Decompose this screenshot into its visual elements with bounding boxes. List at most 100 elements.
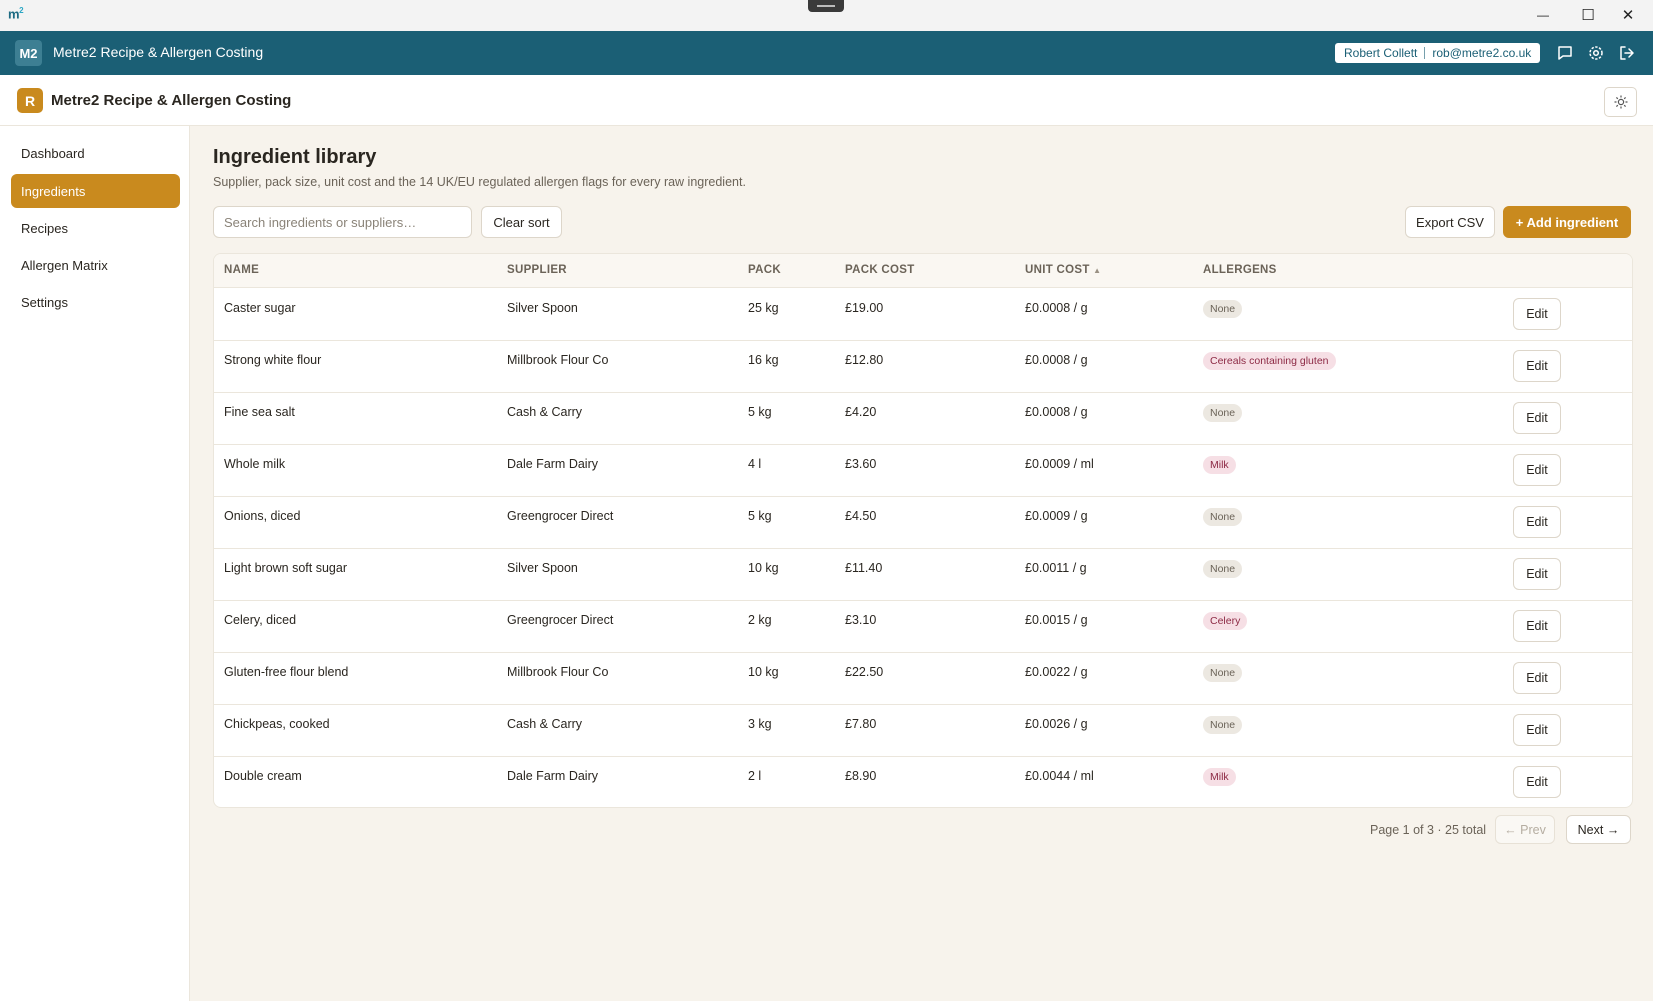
table-row: Double cream Dale Farm Dairy 2 l £8.90 £0.00… [214, 756, 1632, 807]
cell-pack-cost: £7.80 [845, 717, 877, 731]
cell-pack-cost: £8.90 [845, 769, 877, 783]
table-row: Chickpeas, cooked Cash & Carry 3 kg £7.80 £0… [214, 704, 1632, 757]
settings-button[interactable] [1585, 42, 1607, 64]
ingredients-table: NAME SUPPLIER PACK PACK COST UNIT COST ▲… [213, 253, 1633, 808]
allergen-badge: Celery [1203, 612, 1248, 630]
table-header: NAME SUPPLIER PACK PACK COST UNIT COST ▲… [214, 254, 1632, 288]
table-row: Strong white flour Millbrook Flour Co 16 k… [214, 340, 1632, 393]
table-row: Caster sugar Silver Spoon 25 kg £19.00 £0.00… [214, 288, 1632, 341]
search-input[interactable] [213, 206, 472, 238]
cell-name: Celery, diced [224, 613, 297, 627]
app-logo: M2 [15, 40, 42, 66]
cell-unit-cost: £0.0044 / ml [1025, 769, 1094, 783]
column-header-name[interactable]: NAME [224, 264, 259, 276]
page-subtitle: Supplier, pack size, unit cost and the 1… [213, 175, 746, 189]
user-pill-divider [1424, 47, 1426, 59]
cell-unit-cost: £0.0009 / g [1025, 509, 1088, 523]
messages-button[interactable] [1554, 42, 1576, 64]
cell-unit-cost: £0.0022 / g [1025, 665, 1088, 679]
app-header: M2 Metre2 Recipe & Allergen Costing Robe… [0, 31, 1653, 75]
cell-pack: 4 l [748, 457, 762, 471]
allergen-badge: Milk [1203, 768, 1236, 786]
user-account-pill[interactable]: Robert Collett rob@metre2.co.uk [1335, 43, 1541, 63]
edit-ingredient-button[interactable]: Edit [1513, 454, 1561, 486]
table-row: Whole milk Dale Farm Dairy 4 l £3.60 £0.0009… [214, 444, 1632, 497]
table-row: Onions, diced Greengrocer Direct 5 kg £4.50… [214, 496, 1632, 549]
cell-pack-cost: £4.20 [845, 405, 877, 419]
table-row: Light brown soft sugar Silver Spoon 10 kg £… [214, 548, 1632, 601]
cell-supplier: Greengrocer Direct [507, 613, 614, 627]
edit-ingredient-button[interactable]: Edit [1513, 402, 1561, 434]
export-csv-button[interactable]: Export CSV [1405, 206, 1495, 238]
edit-ingredient-button[interactable]: Edit [1513, 558, 1561, 590]
edit-ingredient-button[interactable]: Edit [1513, 714, 1561, 746]
window-drag-handle[interactable] [808, 0, 844, 12]
sun-icon [1614, 95, 1627, 109]
cell-pack-cost: £11.40 [845, 561, 883, 575]
cell-pack: 3 kg [748, 717, 772, 731]
cell-supplier: Cash & Carry [507, 405, 583, 419]
user-name: Robert Collett [1344, 46, 1418, 60]
main-content: Ingredient library Supplier, pack size, … [190, 126, 1653, 1001]
sidebar-item-settings[interactable]: Settings [11, 285, 180, 319]
column-header-supplier[interactable]: SUPPLIER [507, 264, 567, 276]
sidebar-item-ingredients[interactable]: Ingredients [11, 174, 180, 208]
cell-pack: 16 kg [748, 353, 779, 367]
edit-ingredient-button[interactable]: Edit [1513, 350, 1561, 382]
pagination-info: Page 1 of 3 · 25 total [1370, 823, 1487, 837]
sidebar-item-dashboard[interactable]: Dashboard [11, 136, 180, 170]
logout-icon [1620, 46, 1634, 60]
allergen-badge: None [1203, 716, 1243, 734]
os-title-bar: m2 — ☐ ✕ [0, 0, 1653, 32]
sidebar: Dashboard Ingredients Recipes Allergen M… [0, 126, 190, 1001]
allergen-badge: None [1203, 404, 1243, 422]
cell-unit-cost: £0.0008 / g [1025, 353, 1088, 367]
close-window-button[interactable]: ✕ [1608, 4, 1648, 26]
cell-pack-cost: £19.00 [845, 301, 884, 315]
cell-pack-cost: £4.50 [845, 509, 877, 523]
cell-unit-cost: £0.0011 / g [1025, 561, 1087, 575]
cell-supplier: Cash & Carry [507, 717, 583, 731]
sort-ascending-icon: ▲ [1093, 266, 1102, 275]
logout-button[interactable] [1616, 42, 1638, 64]
edit-ingredient-button[interactable]: Edit [1513, 766, 1561, 798]
cell-name: Caster sugar [224, 301, 296, 315]
minimize-icon: — [1537, 8, 1549, 22]
edit-ingredient-button[interactable]: Edit [1513, 506, 1561, 538]
table-row: Gluten-free flour blend Millbrook Flour C… [214, 652, 1632, 705]
sidebar-item-allergen-matrix[interactable]: Allergen Matrix [11, 248, 180, 282]
minimize-button[interactable]: — [1523, 4, 1563, 26]
cell-supplier: Millbrook Flour Co [507, 665, 609, 679]
allergen-badge: Cereals containing gluten [1203, 352, 1336, 370]
column-header-pack-cost[interactable]: PACK COST [845, 264, 915, 276]
cell-pack: 2 kg [748, 613, 772, 627]
app-title: Metre2 Recipe & Allergen Costing [53, 44, 264, 60]
theme-toggle-button[interactable] [1604, 87, 1637, 117]
cell-name: Double cream [224, 769, 302, 783]
add-ingredient-button[interactable]: + Add ingredient [1503, 206, 1631, 238]
clear-sort-button[interactable]: Clear sort [481, 206, 562, 238]
sidebar-item-recipes[interactable]: Recipes [11, 211, 180, 245]
column-header-pack[interactable]: PACK [748, 264, 781, 276]
cell-pack-cost: £3.10 [845, 613, 877, 627]
gear-icon [1589, 46, 1603, 60]
next-page-button[interactable]: Next → [1566, 815, 1631, 844]
cell-name: Gluten-free flour blend [224, 665, 349, 679]
cell-pack: 25 kg [748, 301, 779, 315]
cell-unit-cost: £0.0026 / g [1025, 717, 1088, 731]
column-header-unit-cost[interactable]: UNIT COST ▲ [1025, 264, 1101, 276]
os-app-icon: m2 [8, 6, 24, 22]
edit-ingredient-button[interactable]: Edit [1513, 298, 1561, 330]
cell-name: Fine sea salt [224, 405, 295, 419]
cell-supplier: Silver Spoon [507, 301, 578, 315]
cell-pack: 5 kg [748, 509, 772, 523]
maximize-button[interactable]: ☐ [1568, 4, 1608, 26]
allergen-badge: None [1203, 508, 1243, 526]
edit-ingredient-button[interactable]: Edit [1513, 662, 1561, 694]
cell-name: Whole milk [224, 457, 286, 471]
allergen-badge: Milk [1203, 456, 1236, 474]
edit-ingredient-button[interactable]: Edit [1513, 610, 1561, 642]
cell-pack: 5 kg [748, 405, 772, 419]
prev-page-button[interactable]: ← Prev [1495, 815, 1555, 844]
column-header-allergens[interactable]: ALLERGENS [1203, 264, 1277, 276]
